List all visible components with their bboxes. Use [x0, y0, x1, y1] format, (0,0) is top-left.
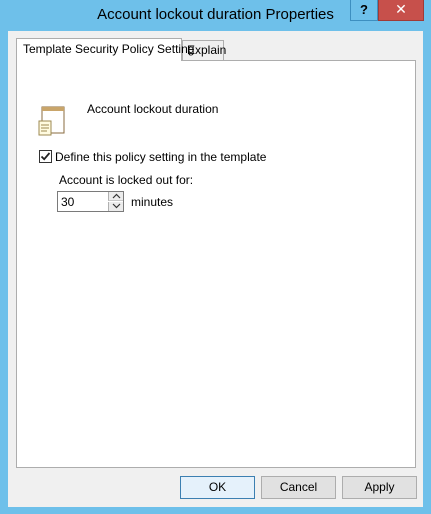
title-bar[interactable]: Account lockout duration Properties ? ✕ [0, 0, 431, 32]
apply-button[interactable]: Apply [342, 476, 417, 499]
dialog-client-area: Template Security Policy Setting Explain… [8, 31, 423, 507]
cancel-button[interactable]: Cancel [261, 476, 336, 499]
define-policy-label[interactable]: Define this policy setting in the templa… [55, 150, 266, 164]
spin-up-button[interactable] [108, 192, 123, 201]
policy-name: Account lockout duration [87, 102, 219, 116]
tab-template-security-policy-setting[interactable]: Template Security Policy Setting [16, 38, 194, 61]
ok-button[interactable]: OK [180, 476, 255, 499]
spin-down-button[interactable] [108, 202, 123, 211]
define-policy-checkbox[interactable] [39, 150, 52, 163]
minutes-unit-label: minutes [131, 195, 174, 209]
checkmark-icon [40, 152, 51, 161]
tab-panel: Account lockout duration Define this pol… [16, 60, 416, 468]
chevron-down-icon [112, 203, 121, 209]
chevron-up-icon [112, 193, 121, 199]
properties-dialog: Account lockout duration Properties ? ✕ … [0, 0, 431, 514]
close-button[interactable]: ✕ [378, 0, 424, 21]
locked-out-label: Account is locked out for: [59, 173, 194, 187]
policy-document-icon [36, 105, 68, 137]
help-button[interactable]: ? [350, 0, 378, 21]
